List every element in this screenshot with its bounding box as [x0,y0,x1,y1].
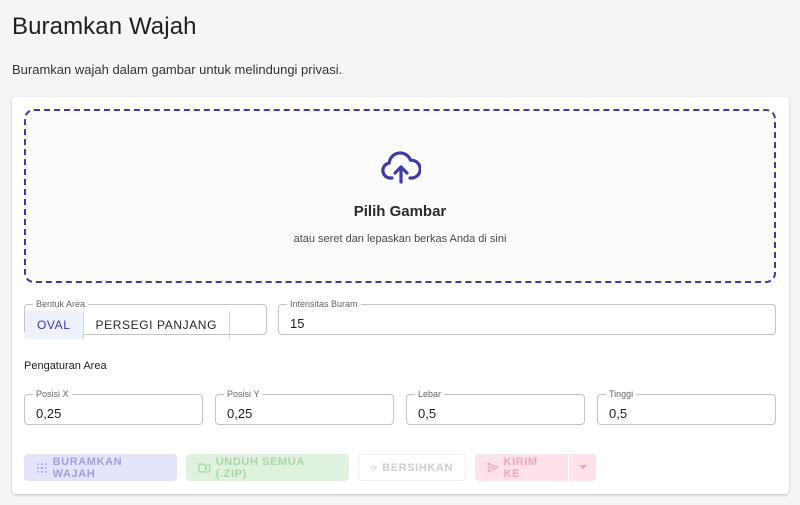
blur-intensity-field[interactable]: Intensitas Buram 15 [278,300,776,335]
position-y-input[interactable]: 0,25 [227,406,252,421]
position-y-label: Posisi Y [227,389,260,399]
height-field[interactable]: Tinggi 0,5 [597,390,776,425]
blur-faces-button[interactable]: BURAMKAN WAJAH [24,454,177,481]
shape-option-rectangle[interactable]: PERSEGI PANJANG [84,311,231,339]
blur-intensity-label: Intensitas Buram [290,299,358,309]
send-icon [487,462,499,473]
send-to-button[interactable]: KIRIM KE [475,454,568,481]
clear-button[interactable]: BERSIHKAN [358,454,466,481]
download-all-zip-button[interactable]: UNDUH SEMUA (.ZIP) [186,454,349,481]
dropzone-hint: atau seret dan lepaskan berkas Anda di s… [293,233,507,245]
page-title: Buramkan Wajah [12,13,197,40]
clear-button-label: BERSIHKAN [382,461,453,474]
shape-option-oval[interactable]: OVAL [25,311,84,339]
send-to-menu-button[interactable] [569,454,596,481]
shape-selector-label: Bentuk Area [36,299,86,309]
clear-list-icon [371,465,377,470]
height-label: Tinggi [609,389,634,399]
blur-intensity-input[interactable]: 15 [290,316,304,331]
image-dropzone[interactable]: Pilih Gambar atau seret dan lepaskan ber… [24,109,776,283]
position-y-field[interactable]: Posisi Y 0,25 [215,390,394,425]
folder-zip-icon [198,463,211,473]
cloud-upload-icon [381,151,421,184]
chevron-down-icon [578,465,587,470]
blur-faces-button-label: BURAMKAN WAJAH [52,455,123,480]
position-x-input[interactable]: 0,25 [36,406,61,421]
width-input[interactable]: 0,5 [418,406,436,421]
width-field[interactable]: Lebar 0,5 [406,390,585,425]
position-x-field[interactable]: Posisi X 0,25 [24,390,203,425]
shape-selector: Bentuk Area OVAL PERSEGI PANJANG [24,299,267,339]
blur-icon [36,462,47,473]
height-input[interactable]: 0,5 [609,406,627,421]
shape-toggle-group: OVAL PERSEGI PANJANG [25,311,231,339]
blur-faces-card: Pilih Gambar atau seret dan lepaskan ber… [12,97,789,494]
send-to-button-label: KIRIM KE [503,455,538,480]
dropzone-title[interactable]: Pilih Gambar [26,203,774,220]
width-label: Lebar [418,389,442,399]
position-x-label: Posisi X [36,389,69,399]
area-settings-heading: Pengaturan Area [24,360,107,372]
page-subtitle: Buramkan wajah dalam gambar untuk melind… [12,62,343,77]
download-all-zip-button-label: UNDUH SEMUA (.ZIP) [215,455,305,480]
